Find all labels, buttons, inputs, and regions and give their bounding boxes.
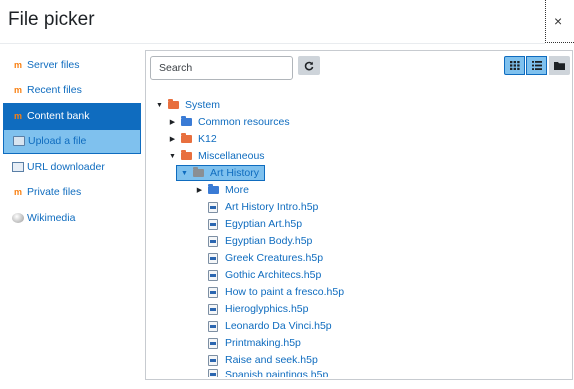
- tree-node-miscellaneous[interactable]: ▼ Miscellaneous: [168, 148, 265, 164]
- sidebar-item-server-files[interactable]: m Server files: [3, 52, 141, 78]
- h5p-file-icon: [208, 369, 218, 377]
- sidebar-item-content-bank[interactable]: m Content bank: [3, 103, 141, 129]
- tree-node-label: More: [225, 184, 249, 196]
- moodle-icon: m: [13, 187, 22, 198]
- tree-file-label: How to paint a fresco.h5p: [225, 286, 345, 298]
- view-as-icons-button[interactable]: [504, 56, 525, 75]
- repository-sidebar: m Server files m Recent files m Content …: [3, 52, 141, 231]
- refresh-icon: [304, 61, 314, 70]
- tree-file[interactable]: Egyptian Body.h5p: [208, 233, 312, 249]
- tree-file[interactable]: Art History Intro.h5p: [208, 199, 318, 215]
- tree-file-label: Spanish paintings.h5p: [225, 369, 329, 377]
- list-icon: [531, 61, 542, 70]
- moodle-icon: m: [13, 110, 22, 121]
- sidebar-item-recent-files[interactable]: m Recent files: [3, 78, 141, 104]
- tree-file-label: Egyptian Body.h5p: [225, 235, 313, 247]
- tree-file[interactable]: Hieroglyphics.h5p: [208, 301, 308, 317]
- folder-icon: [168, 99, 179, 109]
- file-browser-panel: ▼ System ▶ Common resources ▶ K12 ▼ Misc…: [145, 50, 573, 380]
- h5p-file-icon: [208, 235, 218, 247]
- tree-file-label: Gothic Architecs.h5p: [225, 269, 322, 281]
- sidebar-item-label: Content bank: [27, 109, 90, 122]
- h5p-file-icon: [208, 269, 218, 281]
- folder-icon: [181, 150, 192, 160]
- sidebar-item-label: Recent files: [27, 84, 82, 97]
- tree-node-k12[interactable]: ▶ K12: [168, 131, 217, 147]
- tree-file[interactable]: Egyptian Art.h5p: [208, 216, 302, 232]
- moodle-icon: m: [13, 85, 22, 96]
- sidebar-item-url-downloader[interactable]: URL downloader: [3, 154, 141, 180]
- tree-file-label: Greek Creatures.h5p: [225, 252, 324, 264]
- sidebar-item-label: Private files: [27, 186, 82, 199]
- h5p-file-icon: [208, 337, 218, 349]
- h5p-file-icon: [208, 320, 218, 332]
- h5p-file-icon: [208, 354, 218, 366]
- tree-node-art-history[interactable]: ▼ Art History: [176, 165, 266, 181]
- sidebar-item-label: Wikimedia: [27, 211, 76, 224]
- tree-file-label: Egyptian Art.h5p: [225, 218, 303, 230]
- sidebar-item-wikimedia[interactable]: Wikimedia: [3, 205, 141, 231]
- tree-node-label: System: [185, 99, 221, 111]
- caret-down-icon[interactable]: ▼: [168, 152, 177, 161]
- tree-file-label: Raise and seek.h5p: [225, 354, 318, 366]
- tree-file[interactable]: Raise and seek.h5p: [208, 352, 318, 368]
- caret-right-icon[interactable]: ▶: [195, 186, 204, 195]
- h5p-file-icon: [208, 252, 218, 264]
- tree-file[interactable]: Gothic Architecs.h5p: [208, 267, 321, 283]
- tree-file-label: Printmaking.h5p: [225, 337, 301, 349]
- wikimedia-icon: [12, 212, 24, 223]
- close-area: ×: [545, 0, 574, 43]
- upload-icon: [13, 136, 25, 147]
- h5p-file-icon: [208, 303, 218, 315]
- search-input[interactable]: [150, 56, 293, 80]
- h5p-file-icon: [208, 201, 218, 213]
- tree-node-more[interactable]: ▶ More: [195, 182, 249, 198]
- folder-icon: [208, 184, 219, 194]
- tree-file[interactable]: Leonardo Da Vinci.h5p: [208, 318, 332, 334]
- sidebar-item-private-files[interactable]: m Private files: [3, 180, 141, 206]
- folder-icon: [554, 62, 565, 70]
- tree-file[interactable]: Spanish paintings.h5p: [208, 369, 328, 377]
- refresh-button[interactable]: [298, 56, 320, 75]
- tree-node-label: K12: [198, 133, 217, 145]
- tree-node-label: Common resources: [198, 116, 290, 128]
- sidebar-item-label: Upload a file: [28, 135, 87, 148]
- tree-file[interactable]: Printmaking.h5p: [208, 335, 301, 351]
- sidebar-item-label: Server files: [27, 58, 80, 71]
- url-icon: [12, 161, 24, 172]
- folder-icon: [181, 133, 192, 143]
- dialog-title: File picker: [8, 9, 95, 30]
- view-as-tree-button[interactable]: [549, 56, 570, 75]
- sidebar-item-upload-a-file[interactable]: Upload a file: [3, 128, 141, 154]
- tree-file[interactable]: Greek Creatures.h5p: [208, 250, 323, 266]
- tree-node-common-resources[interactable]: ▶ Common resources: [168, 114, 290, 130]
- header-divider: [0, 43, 545, 44]
- caret-down-icon[interactable]: ▼: [180, 169, 189, 178]
- caret-down-icon[interactable]: ▼: [155, 101, 164, 110]
- view-as-list-button[interactable]: [526, 56, 547, 75]
- h5p-file-icon: [208, 218, 218, 230]
- close-button[interactable]: ×: [554, 13, 562, 29]
- tree-node-label: Miscellaneous: [198, 150, 265, 162]
- tree-file-label: Leonardo Da Vinci.h5p: [225, 320, 332, 332]
- grid-icon: [509, 61, 520, 70]
- tree-node-label: Art History: [210, 167, 260, 179]
- folder-icon: [193, 167, 204, 177]
- tree-file-label: Hieroglyphics.h5p: [225, 303, 309, 315]
- moodle-icon: m: [13, 59, 22, 70]
- tree-file[interactable]: How to paint a fresco.h5p: [208, 284, 344, 300]
- tree-file-label: Art History Intro.h5p: [225, 201, 319, 213]
- h5p-file-icon: [208, 286, 218, 298]
- caret-right-icon[interactable]: ▶: [168, 118, 177, 127]
- folder-icon: [181, 116, 192, 126]
- tree-node-system[interactable]: ▼ System: [155, 97, 220, 113]
- toolbar: [146, 51, 572, 84]
- caret-right-icon[interactable]: ▶: [168, 135, 177, 144]
- sidebar-item-label: URL downloader: [27, 160, 105, 173]
